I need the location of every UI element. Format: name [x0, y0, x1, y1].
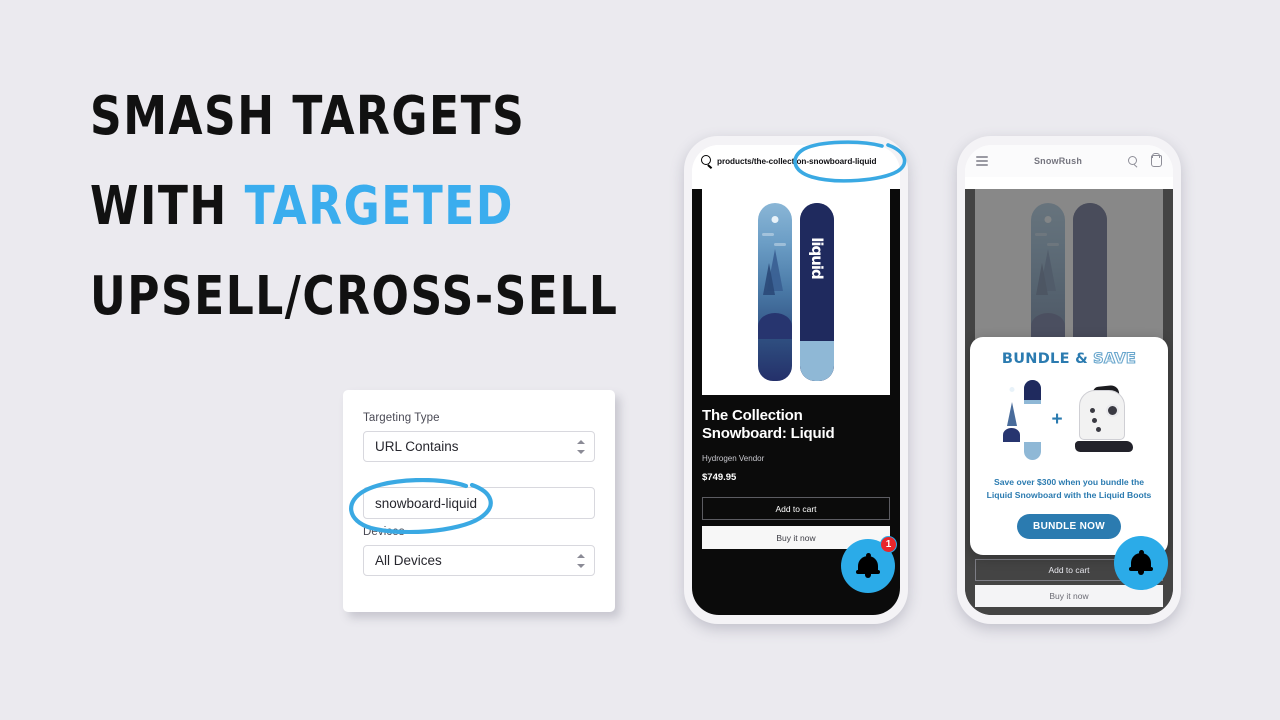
headline-line-2: WITH TARGETED [90, 162, 650, 252]
bundle-now-button[interactable]: BUNDLE NOW [1017, 514, 1121, 539]
devices-label: Devices [363, 526, 405, 538]
bundle-heading-solid: BUNDLE & [1001, 351, 1089, 367]
targeting-type-select[interactable]: URL Contains [363, 431, 595, 462]
notification-bell-fab[interactable] [1114, 536, 1168, 590]
board-wordmark: liquid [808, 237, 826, 279]
product-title: The Collection Snowboard: Liquid [702, 407, 835, 442]
url-contains-input[interactable]: snowboard-liquid [363, 487, 595, 519]
bundle-heading-outline: SAVE [1093, 350, 1137, 367]
bundle-items: + [982, 378, 1156, 462]
plus-icon: + [1051, 409, 1063, 430]
targeting-card: Targeting Type URL Contains snowboard-li… [343, 390, 615, 612]
devices-value: All Devices [375, 553, 442, 568]
targeting-type-value: URL Contains [375, 439, 459, 454]
slide-canvas: SMASH TARGETS WITH TARGETED UPSELL/CROSS… [0, 0, 1280, 720]
notification-bell-fab[interactable]: 1 [841, 536, 897, 593]
browser-url-bar[interactable]: products/the-collection-snowboard-liquid [692, 145, 900, 177]
snowboard-forest-art [758, 203, 792, 381]
product-image: liquid [702, 189, 890, 395]
product-info: The Collection Snowboard: Liquid Hydroge… [692, 395, 900, 483]
search-icon[interactable] [1127, 155, 1139, 167]
product-vendor: Hydrogen Vendor [702, 454, 765, 463]
snowboard-liquid-art [1024, 380, 1042, 460]
store-name: SnowRush [1033, 156, 1083, 166]
headline-line-3: UPSELL/CROSS-SELL [90, 265, 619, 328]
shopping-bag-icon[interactable] [1150, 155, 1162, 167]
headline-line-2-accent: TARGETED [244, 175, 514, 238]
notification-badge: 1 [880, 536, 897, 553]
bell-icon [1129, 550, 1153, 576]
add-to-cart-button[interactable]: Add to cart [702, 497, 890, 520]
hamburger-icon[interactable] [976, 154, 988, 169]
headline: SMASH TARGETS WITH TARGETED UPSELL/CROSS… [90, 72, 650, 327]
bundle-offer-popup: BUNDLE & SAVE + Save over $300 when you … [970, 337, 1168, 555]
product-price: $749.95 [702, 472, 737, 483]
snowboard-liquid-art: liquid [800, 203, 834, 381]
headline-line-2-plain: WITH [90, 175, 245, 238]
store-header: SnowRush [965, 145, 1173, 177]
bundle-copy-line-1: Save over $300 when you bundle the [994, 477, 1144, 487]
bundle-item-snowboard [1003, 380, 1042, 460]
chevron-updown-icon [576, 553, 585, 568]
url-contains-value: snowboard-liquid [375, 495, 478, 511]
bundle-heading: BUNDLE & SAVE [982, 350, 1156, 367]
bell-icon [856, 553, 880, 579]
bundle-copy: Save over $300 when you bundle the Liqui… [982, 476, 1156, 502]
bundle-item-boot [1073, 384, 1135, 452]
search-icon [701, 155, 713, 167]
header-icons [1127, 155, 1162, 167]
headline-line-1: SMASH TARGETS [90, 85, 526, 148]
snowboard-forest-art [1003, 380, 1021, 460]
devices-select[interactable]: All Devices [363, 545, 595, 576]
targeting-type-label: Targeting Type [363, 412, 440, 424]
bundle-copy-line-2: Liquid Snowboard with the Liquid Boots [986, 490, 1152, 500]
url-text: products/the-collection-snowboard-liquid [717, 156, 877, 166]
chevron-updown-icon [576, 439, 585, 454]
